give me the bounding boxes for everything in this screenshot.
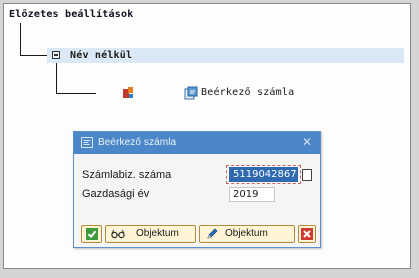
dialog-title: Beérkező számla xyxy=(98,137,177,148)
confirm-button[interactable] xyxy=(81,225,102,243)
checkmark-icon xyxy=(86,228,98,240)
invoice-number-label: Számlabiz. száma xyxy=(82,169,172,181)
dialog-window-icon xyxy=(81,137,93,148)
display-object-label: Objektum xyxy=(136,228,179,239)
incoming-invoice-dialog: Beérkező számla ✕ Számlabiz. száma 51190… xyxy=(73,131,321,248)
dialog-titlebar[interactable]: Beérkező számla ✕ xyxy=(74,132,320,154)
dialog-toolbar: Objektum Objektum xyxy=(81,225,317,243)
pencil-icon xyxy=(207,228,218,239)
invoice-number-field[interactable]: 5119042867 xyxy=(229,167,298,182)
tree-connector-child-vertical xyxy=(56,63,57,94)
tree-connector-root-vertical xyxy=(20,23,21,56)
fiscal-year-label: Gazdasági év xyxy=(82,188,150,200)
cancel-button[interactable] xyxy=(298,225,316,243)
collapse-node-icon[interactable] xyxy=(52,51,60,59)
tree-root-title[interactable]: Előzetes beállítások xyxy=(9,9,133,20)
tree-connector-root-horizontal xyxy=(20,55,50,56)
value-help-icon[interactable] xyxy=(302,169,312,181)
business-object-icon[interactable] xyxy=(121,86,135,100)
tree-node-nev-nelkul[interactable]: Név nélkül xyxy=(70,50,132,61)
incoming-invoice-icon[interactable] xyxy=(184,86,198,100)
edit-object-button[interactable]: Objektum xyxy=(199,225,295,243)
tree-connector-child-horizontal xyxy=(56,93,96,94)
close-icon[interactable]: ✕ xyxy=(302,135,312,149)
tree-node-incoming-invoice[interactable]: Beérkező számla xyxy=(201,87,294,98)
glasses-icon xyxy=(111,229,125,239)
edit-object-label: Objektum xyxy=(225,228,268,239)
cancel-icon xyxy=(301,228,313,240)
fiscal-year-field[interactable]: 2019 xyxy=(229,187,275,202)
display-object-button[interactable]: Objektum xyxy=(105,225,196,243)
